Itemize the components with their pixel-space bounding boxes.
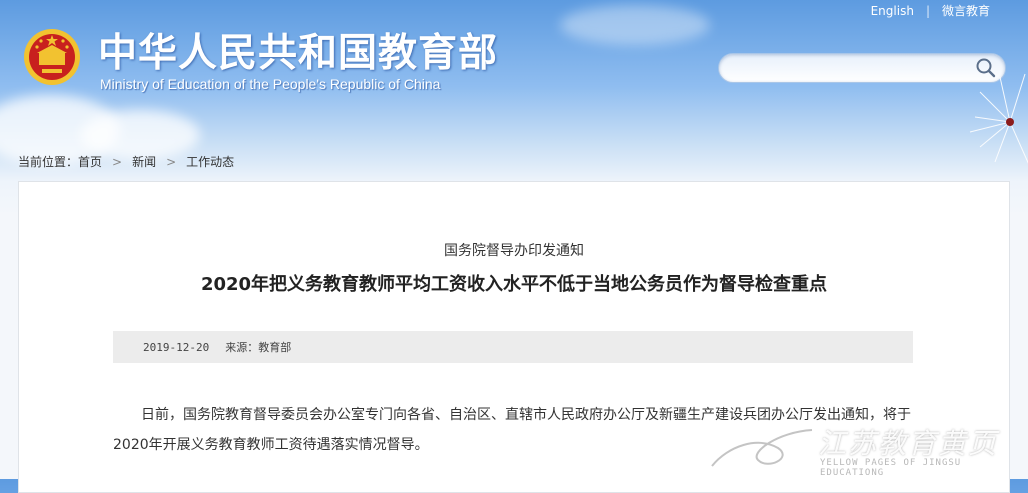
watermark-cn: 江苏教育黄页 (818, 427, 999, 460)
site-title[interactable]: 中华人民共和国教育部 (98, 22, 498, 78)
top-link-separator: | (925, 3, 930, 18)
top-links: English | 微言教育 (871, 2, 990, 19)
breadcrumb-prefix: 当前位置： (18, 155, 79, 169)
dandelion-decoration (969, 73, 1028, 164)
article-subtitle: 国务院督导办印发通知 (444, 243, 584, 259)
english-link[interactable]: English (871, 4, 914, 18)
article-meta-bar: 2019-12-20 来源：教育部 (113, 331, 913, 363)
breadcrumb-work-updates[interactable]: 工作动态 (186, 155, 234, 169)
article-title: 2020年把义务教育教师平均工资收入水平不低于当地公务员作为督导检查重点 (200, 274, 828, 295)
breadcrumb-home[interactable]: 首页 (78, 155, 102, 169)
watermark: 江苏教育黄页 YELLOW PAGES OF JINGSU EDUCATIONG (708, 422, 1018, 478)
breadcrumb: 当前位置：首页 > 新闻 > 工作动态 (18, 153, 234, 170)
national-emblem-icon[interactable] (22, 27, 82, 87)
search-input[interactable] (733, 54, 977, 82)
watermark-swirl-icon (711, 429, 813, 467)
article-source: 来源：教育部 (225, 341, 292, 354)
cloud-decoration (560, 5, 710, 45)
breadcrumb-separator: > (166, 155, 177, 169)
watermark-en: YELLOW PAGES OF JINGSU EDUCATIONG (820, 458, 962, 478)
breadcrumb-separator: > (112, 155, 123, 169)
weibo-link[interactable]: 微言教育 (942, 2, 990, 19)
site-subtitle-en: Ministry of Education of the People's Re… (100, 76, 441, 92)
breadcrumb-news[interactable]: 新闻 (132, 155, 156, 169)
article-date: 2019-12-20 (143, 340, 210, 354)
